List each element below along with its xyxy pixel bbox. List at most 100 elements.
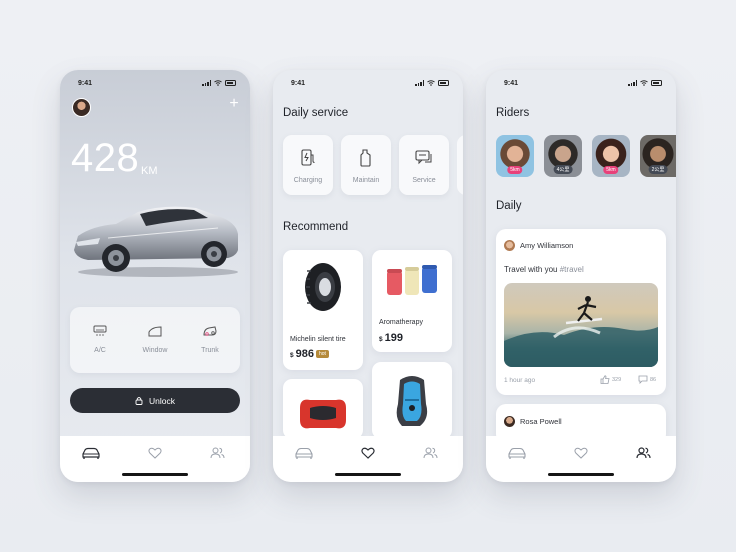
product-card-car-seat[interactable] xyxy=(372,362,452,439)
car-tab-icon xyxy=(295,447,313,459)
rider-avatar[interactable]: 4公里 xyxy=(544,135,582,177)
author-avatar xyxy=(504,416,515,427)
status-time: 9:41 xyxy=(78,80,93,87)
status-time: 9:41 xyxy=(291,80,306,87)
tab-car[interactable] xyxy=(506,444,528,462)
service-icon xyxy=(413,147,435,169)
tab-bar xyxy=(273,436,463,482)
ac-icon xyxy=(90,321,110,341)
tab-car[interactable] xyxy=(293,444,315,462)
distance-value: 428 xyxy=(71,136,140,180)
rider-avatar[interactable]: 5km xyxy=(592,135,630,177)
status-bar: 9:41 xyxy=(291,79,449,89)
service-service[interactable]: Service xyxy=(399,135,449,195)
car-seat-image xyxy=(372,372,452,432)
tab-favorites[interactable] xyxy=(357,444,379,462)
rider-avatar[interactable]: 5km xyxy=(496,135,534,177)
product-name: Michelin silent tire xyxy=(290,336,346,343)
service-label: Charging xyxy=(293,177,323,184)
service-label: Maintain xyxy=(352,177,380,184)
surf-photo[interactable] xyxy=(504,283,658,367)
wifi-icon xyxy=(427,80,435,86)
post-author[interactable]: Rosa Powell xyxy=(504,416,562,427)
signal-icon xyxy=(415,80,424,86)
author-avatar xyxy=(504,240,515,251)
car-control-screen: 9:41 + 428 KM A/C Window Trunk Unlock xyxy=(60,70,250,482)
home-indicator xyxy=(335,473,401,476)
author-name: Amy Williamson xyxy=(520,241,574,250)
window-label: Window xyxy=(142,347,168,354)
service-charging[interactable]: Charging xyxy=(283,135,333,195)
ac-control[interactable]: A/C xyxy=(80,321,120,354)
people-icon xyxy=(423,447,437,459)
battery-icon xyxy=(651,80,662,86)
comment-icon xyxy=(638,375,648,384)
product-price: $199 xyxy=(379,332,403,344)
status-icons xyxy=(415,80,449,86)
rider-distance-badge: 2公里 xyxy=(648,165,668,174)
people-icon xyxy=(635,447,651,459)
home-indicator xyxy=(122,473,188,476)
window-icon xyxy=(145,321,165,341)
car-tab-icon xyxy=(82,447,100,459)
signal-icon xyxy=(628,80,637,86)
car-image xyxy=(74,206,238,277)
status-icons xyxy=(202,80,236,86)
product-card-pillow[interactable] xyxy=(283,379,363,439)
tab-bar xyxy=(486,436,676,482)
product-name: Aromatherapy xyxy=(379,319,423,326)
comment-button[interactable]: 86 xyxy=(638,375,656,384)
hashtag-link[interactable]: #travel xyxy=(560,265,584,274)
comment-count: 86 xyxy=(650,376,657,383)
wifi-icon xyxy=(214,80,222,86)
tab-car[interactable] xyxy=(80,444,102,462)
heart-icon xyxy=(148,447,162,459)
window-control[interactable]: Window xyxy=(135,321,175,354)
riders-screen: 9:41 Riders 5km 4公里 5km 2公里 Daily Amy Wi… xyxy=(486,70,676,482)
rider-avatar[interactable]: 2公里 xyxy=(640,135,676,177)
tab-favorites[interactable] xyxy=(570,444,592,462)
trunk-control[interactable]: Trunk xyxy=(190,321,230,354)
user-avatar[interactable] xyxy=(72,98,91,117)
author-name: Rosa Powell xyxy=(520,417,562,426)
maintain-icon xyxy=(355,147,377,169)
unlock-label: Unlock xyxy=(149,395,175,406)
post-text: Travel with you #travel xyxy=(504,265,584,274)
signal-icon xyxy=(202,80,211,86)
tab-riders[interactable] xyxy=(419,444,441,462)
battery-icon xyxy=(225,80,236,86)
trunk-label: Trunk xyxy=(201,347,219,354)
status-time: 9:41 xyxy=(504,80,519,87)
ac-label: A/C xyxy=(94,347,106,354)
product-card-aromatherapy[interactable]: Aromatherapy $199 xyxy=(372,250,452,352)
hot-badge: hot xyxy=(315,350,329,358)
wifi-icon xyxy=(640,80,648,86)
feed-post-card[interactable]: Amy Williamson Travel with you #travel 1… xyxy=(496,229,666,395)
thumbs-up-icon xyxy=(600,375,610,384)
like-count: 329 xyxy=(612,376,622,383)
unlock-button[interactable]: Unlock xyxy=(70,388,240,413)
pillow-image xyxy=(283,391,363,437)
people-icon xyxy=(210,447,224,459)
recommend-title: Recommend xyxy=(283,221,349,233)
services-screen: 9:41 Daily service Charging Maintain Ser… xyxy=(273,70,463,482)
post-author[interactable]: Amy Williamson xyxy=(504,240,573,251)
tab-riders[interactable] xyxy=(206,444,228,462)
status-bar: 9:41 xyxy=(78,79,236,89)
tab-favorites[interactable] xyxy=(144,444,166,462)
tab-bar xyxy=(60,436,250,482)
quick-controls-card: A/C Window Trunk xyxy=(70,307,240,373)
service-card-peek[interactable] xyxy=(457,135,463,195)
add-icon[interactable]: + xyxy=(228,96,240,112)
tire-image xyxy=(283,256,363,318)
charging-icon xyxy=(297,147,319,169)
status-bar: 9:41 xyxy=(504,79,662,89)
like-button[interactable]: 329 xyxy=(600,375,621,384)
riders-title: Riders xyxy=(496,107,530,119)
product-card-tire[interactable]: Michelin silent tire $986 hot xyxy=(283,250,363,370)
rider-distance-badge: 5km xyxy=(603,166,619,174)
service-maintain[interactable]: Maintain xyxy=(341,135,391,195)
tab-riders[interactable] xyxy=(632,444,654,462)
post-time: 1 hour ago xyxy=(504,377,536,384)
heart-icon xyxy=(574,447,588,459)
